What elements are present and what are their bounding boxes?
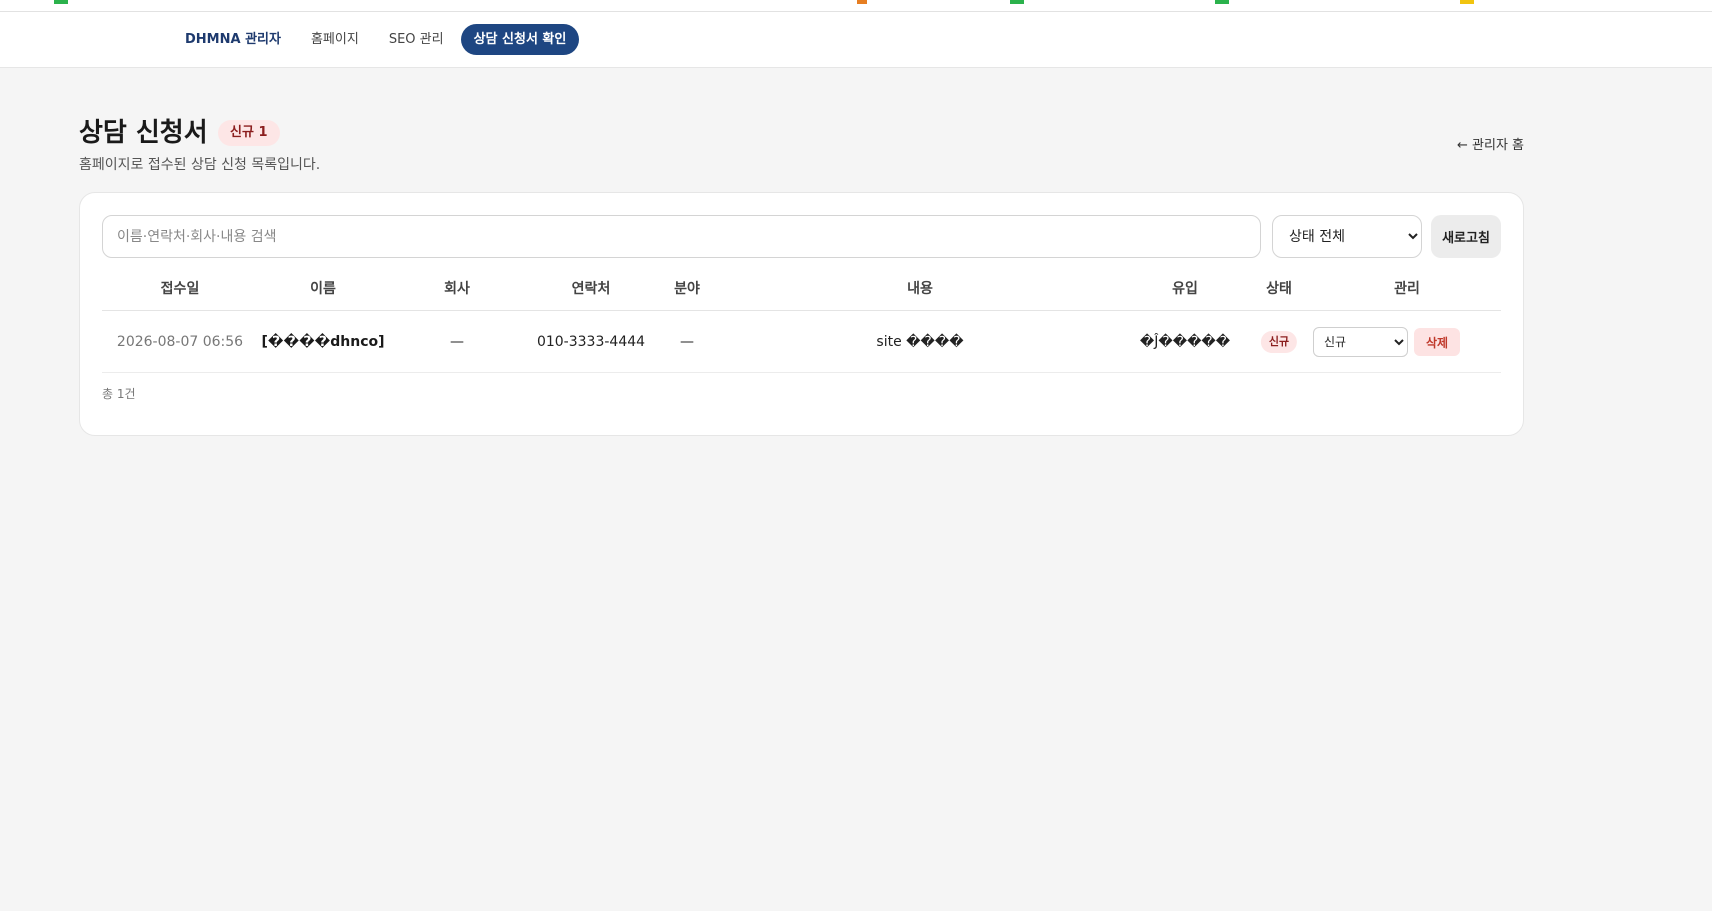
column-header: 회사 — [444, 281, 470, 297]
table-row[interactable]: 2026-08-07 06:56 [����dhnco] — 010-3333-… — [102, 311, 1501, 373]
nav-item-homepage[interactable]: 홈페이지 — [298, 24, 372, 55]
column-header: 유입 — [1172, 281, 1198, 297]
page-title: 상담 신청서 — [79, 118, 208, 148]
status-badge: 신규 — [1260, 331, 1298, 353]
column-header: 연락처 — [571, 281, 611, 297]
cell-date: 2026-08-07 06:56 — [116, 334, 244, 350]
total-count: 총 1건 — [102, 387, 136, 401]
cell-name: [����dhnco] — [261, 334, 385, 350]
bookmark-icon — [857, 0, 867, 4]
cell-company: — — [450, 334, 464, 350]
table-header: 접수일 이름 회사 연락처 분야 내용 유입 상태 관리 — [102, 267, 1501, 311]
column-header: 분야 — [674, 281, 700, 297]
nav-item-consultation[interactable]: 상담 신청서 확인 — [460, 24, 580, 55]
column-header: 내용 — [907, 281, 933, 297]
column-header: 접수일 — [160, 281, 200, 297]
search-input[interactable] — [102, 215, 1261, 258]
bookmark-icon — [1010, 0, 1024, 4]
delete-button[interactable]: 삭제 — [1414, 328, 1460, 356]
column-header: 이름 — [310, 281, 336, 297]
browser-bookmark-strip — [0, 0, 1712, 12]
refresh-button[interactable]: 새로고침 — [1431, 215, 1501, 258]
cell-phone: 010-3333-4444 — [536, 334, 646, 350]
cell-content: site ���� — [876, 334, 964, 350]
bookmark-icon — [1215, 0, 1229, 4]
page-header: 상담 신청서 신규 1 홈페이지로 접수된 상담 신청 목록입니다. ← 관리자… — [79, 112, 1524, 174]
cell-field: — — [680, 334, 694, 350]
consultation-table: 접수일 이름 회사 연락처 분야 내용 유입 상태 관리 2026-08-07 … — [102, 267, 1501, 373]
cell-source: �Ĵ����� — [1139, 334, 1231, 350]
row-status-select[interactable]: 신규 — [1313, 327, 1408, 357]
new-count-badge: 신규 1 — [218, 120, 280, 146]
bookmark-icon — [1460, 0, 1474, 4]
nav-item-seo[interactable]: SEO 관리 — [376, 24, 457, 55]
consultation-list-card: 상태 전체 새로고침 접수일 이름 회사 연락처 분야 내용 유입 상태 관리 … — [79, 192, 1524, 436]
status-filter-select[interactable]: 상태 전체 — [1272, 215, 1422, 258]
nav-brand-link[interactable]: DHMNA 관리자 — [172, 24, 294, 55]
back-to-admin-home-link[interactable]: ← 관리자 홈 — [1457, 134, 1524, 153]
column-header: 관리 — [1394, 281, 1420, 297]
column-header: 상태 — [1266, 281, 1292, 297]
top-navigation: DHMNA 관리자 홈페이지 SEO 관리 상담 신청서 확인 — [0, 12, 1712, 68]
page-subtitle: 홈페이지로 접수된 상담 신청 목록입니다. — [79, 157, 321, 173]
bookmark-icon — [54, 0, 68, 4]
